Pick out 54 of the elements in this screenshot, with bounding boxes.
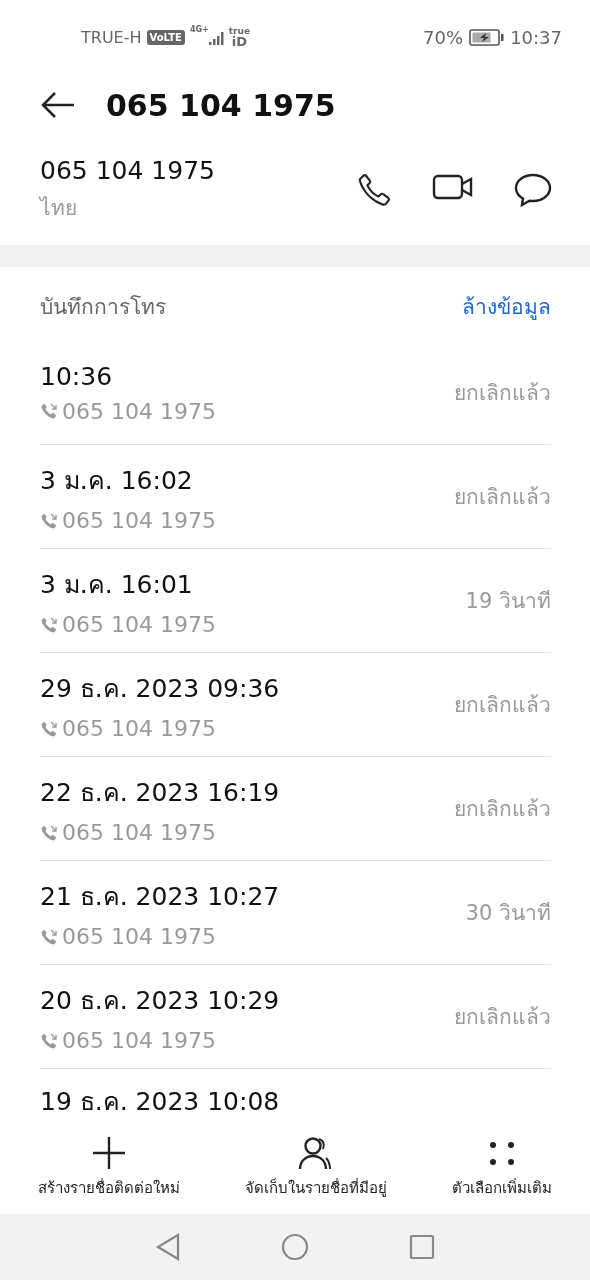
phone-number: 065 104 1975 (62, 820, 216, 845)
volte-badge: VoLTE (146, 30, 185, 45)
home-nav-button[interactable] (281, 1233, 309, 1261)
clear-link[interactable]: ล้างข้อมูล (462, 289, 551, 323)
carrier-name: TRUE-H (81, 28, 142, 47)
add-contact-button[interactable]: สร้างรายชื่อติดต่อใหม่ (38, 1128, 181, 1214)
battery-percent: 70% (423, 27, 464, 48)
outgoing-call-icon (40, 511, 58, 530)
phone-number: 065 104 1975 (62, 398, 216, 424)
outgoing-call-icon (40, 927, 58, 946)
outgoing-call-icon (40, 402, 58, 420)
call-time: 29 ธ.ค. 2023 09:36 (40, 673, 280, 705)
call-button[interactable] (356, 172, 392, 208)
recents-nav-button[interactable] (409, 1234, 435, 1260)
clock: 10:37 (510, 27, 562, 48)
outgoing-call-icon (40, 823, 58, 842)
section-title: บันทึกการโทร (40, 293, 166, 321)
phone-number: 065 104 1975 (62, 716, 216, 741)
signal-icon (208, 30, 224, 45)
call-time: 22 ธ.ค. 2023 16:19 (40, 777, 280, 809)
network-type: 4G+ (189, 24, 209, 34)
call-time: 20 ธ.ค. 2023 10:29 (40, 985, 280, 1017)
call-time: 10:36 (40, 361, 114, 391)
outgoing-call-icon (40, 719, 58, 738)
battery-charging-icon (469, 29, 505, 46)
outgoing-call-icon (40, 1031, 58, 1050)
call-status: ยกเลิกแล้ว (454, 692, 551, 719)
page-title: 065 104 1975 (106, 87, 336, 123)
call-time: 3 ม.ค. 16:02 (40, 465, 194, 497)
phone-number: 065 104 1975 (62, 924, 216, 949)
phone-number: 065 104 1975 (62, 508, 216, 533)
call-status: 19 วินาที (465, 588, 551, 615)
call-time: 19 ธ.ค. 2023 10:08 (40, 1086, 280, 1118)
logo-text: iD (231, 36, 248, 48)
call-status: 30 วินาที (465, 900, 551, 927)
call-status: ยกเลิกแล้ว (454, 1004, 551, 1031)
phone-number: 065 104 1975 (62, 612, 216, 637)
call-time: 21 ธ.ค. 2023 10:27 (40, 881, 280, 913)
more-options-button[interactable]: ตัวเลือกเพิ่มเติม (451, 1128, 552, 1214)
phone-number: 065 104 1975 (62, 1028, 216, 1053)
contact-number: 065 104 1975 (40, 156, 215, 185)
outgoing-call-icon (40, 615, 58, 634)
back-button[interactable] (40, 91, 76, 119)
call-status: ยกเลิกแล้ว (454, 796, 551, 823)
contact-location: ไทย (40, 195, 78, 222)
call-status: ยกเลิกแล้ว (454, 484, 551, 511)
message-button[interactable] (514, 172, 552, 208)
logo-text: true (228, 27, 251, 36)
back-nav-button[interactable] (155, 1233, 181, 1261)
call-status: ยกเลิกแล้ว (454, 380, 551, 407)
people-icon (298, 1136, 334, 1170)
plus-icon (91, 1136, 128, 1170)
save-to-contact-button[interactable]: จัดเก็บในรายชื่อที่มีอยู่ (245, 1128, 387, 1214)
call-time: 3 ม.ค. 16:01 (40, 569, 194, 601)
